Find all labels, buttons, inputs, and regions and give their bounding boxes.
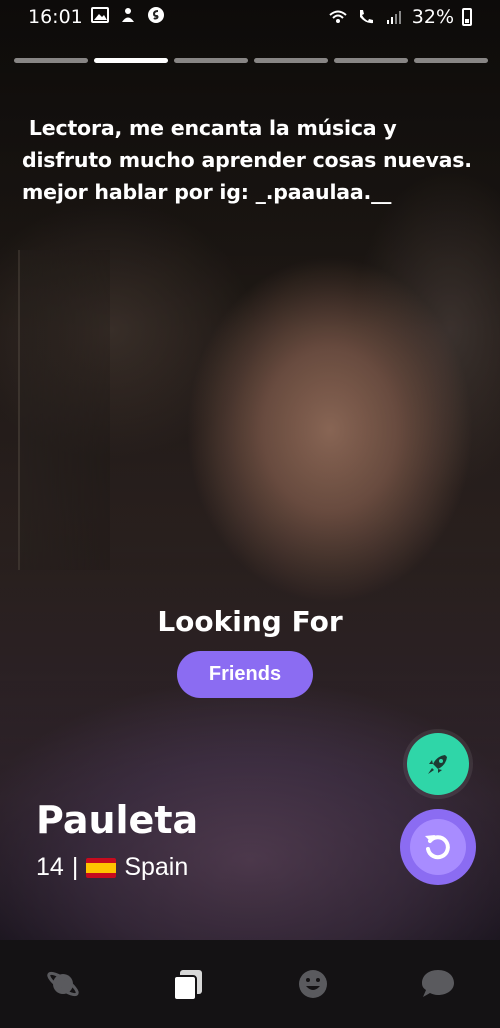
status-right: 32% bbox=[328, 6, 472, 28]
looking-for-badge: Friends bbox=[177, 651, 313, 698]
rocket-icon bbox=[428, 755, 447, 774]
call-icon bbox=[359, 10, 373, 24]
undo-button[interactable] bbox=[400, 809, 476, 885]
nav-chats[interactable] bbox=[408, 954, 468, 1014]
story-segment bbox=[14, 58, 88, 63]
profile-bio: Lectora, me encanta la música y disfruto… bbox=[22, 112, 492, 208]
app-notification-icon bbox=[122, 8, 134, 22]
gallery-icon bbox=[91, 7, 109, 23]
bio-line: mejor hablar por ig: _.paaulaa.__ bbox=[22, 180, 392, 204]
profile-country: Spain bbox=[124, 853, 189, 881]
profile-name: Pauleta bbox=[36, 798, 199, 842]
story-segment bbox=[254, 58, 328, 63]
chat-icon bbox=[421, 970, 454, 997]
story-segment-active bbox=[94, 58, 168, 63]
bottom-nav bbox=[0, 940, 500, 1028]
status-bar: 16:01 32% bbox=[0, 0, 500, 36]
profile-meta: 14 | Spain bbox=[36, 853, 188, 882]
notification-icons bbox=[90, 5, 166, 25]
undo-button-inner bbox=[410, 819, 466, 875]
signal-icon bbox=[386, 11, 401, 24]
profile-age: 14 bbox=[36, 853, 64, 881]
boost-button[interactable] bbox=[407, 733, 469, 795]
shazam-icon bbox=[148, 7, 164, 23]
looking-for-title: Looking For bbox=[157, 605, 343, 638]
cards-icon bbox=[172, 970, 202, 1001]
wifi-icon bbox=[329, 10, 347, 23]
battery-percent: 32% bbox=[411, 6, 454, 28]
status-time: 16:01 bbox=[28, 6, 83, 28]
story-segment bbox=[414, 58, 488, 63]
smiley-icon bbox=[298, 970, 327, 998]
battery-icon bbox=[462, 8, 472, 26]
nav-reactions[interactable] bbox=[283, 954, 343, 1014]
story-segment bbox=[334, 58, 408, 63]
nav-explore[interactable] bbox=[33, 954, 93, 1014]
meta-separator: | bbox=[71, 853, 79, 881]
undo-icon bbox=[425, 835, 450, 860]
bio-line: Lectora, me encanta la música y bbox=[22, 116, 397, 140]
bio-line: disfruto mucho aprender cosas nuevas. bbox=[22, 148, 472, 172]
story-segment bbox=[174, 58, 248, 63]
spain-flag-icon bbox=[86, 857, 117, 878]
nav-cards[interactable] bbox=[158, 954, 218, 1014]
planet-icon bbox=[46, 971, 79, 997]
story-progress bbox=[14, 58, 488, 63]
